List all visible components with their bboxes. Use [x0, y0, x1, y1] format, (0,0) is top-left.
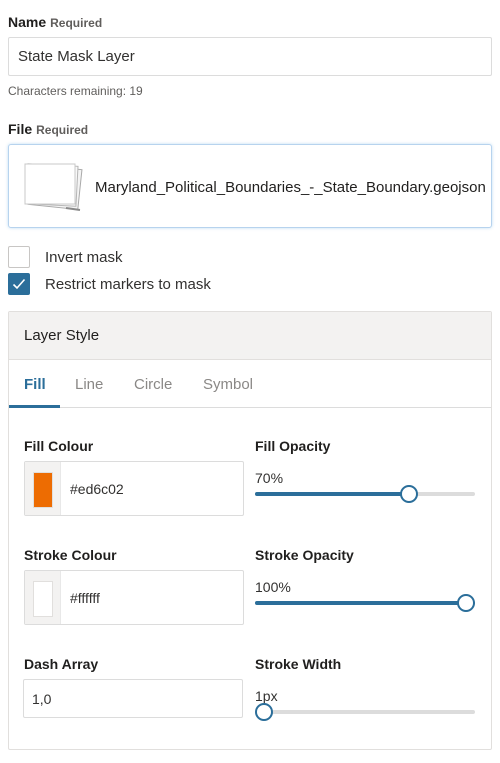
stroke-opacity-label: Stroke Opacity [255, 547, 354, 563]
layer-style-title: Layer Style [24, 327, 100, 344]
fill-colour-swatch-well [25, 462, 61, 515]
restrict-markers-checkbox[interactable]: Restrict markers to mask [8, 273, 211, 295]
dash-array-label: Dash Array [24, 656, 99, 672]
file-thumbnail-icon [24, 163, 83, 211]
invert-mask-box[interactable] [8, 246, 30, 268]
name-label-text: Name [8, 14, 47, 30]
style-tabs: Fill Line Circle Symbol [9, 360, 491, 408]
characters-remaining: Characters remaining: 19 [8, 84, 143, 98]
checkmark-icon [12, 278, 26, 290]
fill-opacity-thumb[interactable] [400, 485, 418, 503]
fill-colour-picker[interactable]: #ed6c02 [24, 461, 244, 516]
stroke-width-track [255, 710, 475, 714]
fill-colour-value: #ed6c02 [70, 481, 124, 497]
invert-mask-label: Invert mask [45, 248, 123, 266]
fill-opacity-fill [255, 492, 409, 496]
stroke-colour-label: Stroke Colour [24, 547, 117, 563]
stroke-width-label: Stroke Width [255, 656, 342, 672]
name-required-tag: Required [50, 16, 103, 30]
stroke-colour-picker[interactable]: #ffffff [24, 570, 244, 625]
file-required-tag: Required [36, 123, 89, 137]
fill-opacity-slider[interactable] [255, 484, 475, 504]
stroke-opacity-thumb[interactable] [457, 594, 475, 612]
stroke-opacity-slider[interactable] [255, 593, 475, 613]
file-name: Maryland_Political_Boundaries_-_State_Bo… [95, 179, 486, 196]
name-input[interactable] [8, 37, 492, 76]
file-label-text: File [8, 121, 33, 137]
name-label: Name Required [8, 14, 102, 30]
file-dropzone[interactable]: Maryland_Political_Boundaries_-_State_Bo… [8, 144, 492, 228]
active-tab-indicator [9, 405, 60, 408]
stroke-colour-swatch-well [25, 571, 61, 624]
stroke-width-thumb[interactable] [255, 703, 273, 721]
stroke-colour-swatch [33, 581, 53, 617]
restrict-markers-label: Restrict markers to mask [45, 275, 211, 293]
fill-colour-label: Fill Colour [24, 438, 94, 454]
tab-fill[interactable]: Fill [24, 360, 46, 408]
stroke-opacity-fill [255, 601, 475, 605]
stroke-colour-value: #ffffff [70, 590, 100, 606]
tab-circle[interactable]: Circle [134, 360, 172, 408]
restrict-markers-box[interactable] [8, 273, 30, 295]
fill-colour-swatch [33, 472, 53, 508]
layer-style-header: Layer Style [9, 312, 491, 360]
invert-mask-checkbox[interactable]: Invert mask [8, 246, 123, 268]
tab-symbol[interactable]: Symbol [203, 360, 253, 408]
file-label: File Required [8, 121, 88, 137]
fill-opacity-label: Fill Opacity [255, 438, 331, 454]
dash-array-input[interactable] [23, 679, 243, 718]
stroke-width-slider[interactable] [255, 702, 475, 722]
tab-line[interactable]: Line [75, 360, 103, 408]
